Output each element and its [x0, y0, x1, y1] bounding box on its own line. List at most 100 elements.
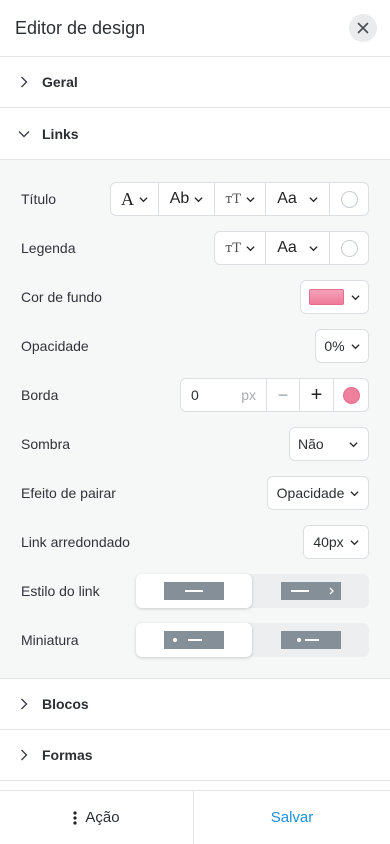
- hover-effect-value: Opacidade: [276, 485, 345, 501]
- section-blocos[interactable]: Blocos: [0, 679, 390, 730]
- row-opacidade: Opacidade 0%: [0, 329, 390, 363]
- thumbnail-toggle: [136, 623, 369, 657]
- arredondado-label: Link arredondado: [21, 534, 130, 550]
- font-glyph: A: [121, 188, 134, 209]
- footer-bar: Ação Salvar: [0, 790, 390, 844]
- text-size-icon: тT: [225, 191, 241, 207]
- row-cor-de-fundo: Cor de fundo: [0, 280, 390, 314]
- chevron-down-icon: [139, 196, 148, 202]
- row-link-arredondado: Link arredondado 40px: [0, 525, 390, 559]
- chevron-down-icon: [309, 245, 318, 251]
- border-color-button[interactable]: [334, 379, 368, 411]
- close-icon: [357, 22, 369, 34]
- plus-icon: +: [310, 383, 323, 406]
- border-controls: 0 px − +: [180, 378, 369, 412]
- border-width-value: 0: [191, 387, 199, 403]
- link-preview-arrow-icon: [281, 582, 341, 600]
- chevron-down-icon: [17, 127, 31, 141]
- action-label: Ação: [85, 809, 120, 826]
- titulo-size-select[interactable]: тT: [215, 183, 266, 215]
- titulo-style-select[interactable]: Ab: [159, 183, 215, 215]
- opacidade-label: Opacidade: [21, 338, 89, 354]
- legenda-case-select[interactable]: Aa: [266, 232, 330, 264]
- row-estilo-do-link: Estilo do link: [0, 574, 390, 608]
- opacity-select[interactable]: 0%: [315, 329, 369, 363]
- titulo-label: Título: [21, 191, 57, 207]
- sombra-label: Sombra: [21, 436, 71, 452]
- chevron-down-icon: [350, 490, 359, 496]
- hover-effect-select[interactable]: Opacidade: [267, 476, 369, 510]
- link-style-toggle: [136, 574, 369, 608]
- legenda-color-button[interactable]: [330, 232, 368, 264]
- chevron-down-icon: [351, 343, 360, 349]
- background-color-picker[interactable]: [300, 280, 369, 314]
- action-button[interactable]: Ação: [0, 791, 194, 844]
- section-formas-label: Formas: [42, 747, 93, 763]
- legenda-text-controls: тT Aa: [214, 231, 369, 265]
- radius-select[interactable]: 40px: [303, 525, 369, 559]
- color-circle-icon: [340, 239, 358, 257]
- chevron-right-icon: [17, 75, 31, 89]
- thumbnail-option-center[interactable]: [253, 623, 369, 657]
- titulo-font-select[interactable]: A: [111, 183, 159, 215]
- borda-label: Borda: [21, 387, 59, 403]
- color-swatch: [309, 289, 344, 305]
- thumbnail-preview-center-icon: [281, 631, 341, 649]
- chevron-down-icon: [309, 196, 318, 202]
- chevron-down-icon: [194, 196, 203, 202]
- row-sombra: Sombra Não: [0, 427, 390, 461]
- efeito-label: Efeito de pairar: [21, 485, 116, 501]
- links-panel: Título A Ab тT Aa Legenda тT Aa Cor de f…: [0, 160, 390, 679]
- row-legenda: Legenda тT Aa: [0, 231, 390, 265]
- border-color-circle: [342, 386, 360, 404]
- section-formas[interactable]: Formas: [0, 730, 390, 781]
- thumbnail-option-left[interactable]: [136, 623, 252, 657]
- section-geral-label: Geral: [42, 74, 78, 90]
- style-glyph: Ab: [169, 190, 190, 207]
- link-style-option-arrow[interactable]: [253, 574, 369, 608]
- chevron-down-icon: [351, 294, 360, 300]
- estilo-label: Estilo do link: [21, 583, 100, 599]
- link-style-option-plain[interactable]: [136, 574, 252, 608]
- page-title: Editor de design: [15, 17, 146, 38]
- border-increase-button[interactable]: +: [300, 379, 334, 411]
- border-decrease-button[interactable]: −: [267, 379, 300, 411]
- section-geral[interactable]: Geral: [0, 57, 390, 108]
- chevron-down-icon: [350, 539, 359, 545]
- miniatura-label: Miniatura: [21, 632, 79, 648]
- editor-header: Editor de design: [0, 0, 390, 57]
- section-links-label: Links: [42, 125, 79, 142]
- text-size-icon: тT: [225, 240, 241, 256]
- radius-value: 40px: [313, 534, 344, 550]
- case-glyph: Aa: [277, 239, 297, 256]
- more-vertical-icon: [73, 810, 77, 825]
- opacity-value: 0%: [324, 338, 345, 354]
- row-efeito-de-pairar: Efeito de pairar Opacidade: [0, 476, 390, 510]
- chevron-down-icon: [349, 441, 358, 447]
- color-circle-icon: [340, 190, 358, 208]
- row-miniatura: Miniatura: [0, 623, 390, 657]
- cor-de-fundo-label: Cor de fundo: [21, 289, 102, 305]
- legenda-size-select[interactable]: тT: [215, 232, 266, 264]
- chevron-down-icon: [246, 245, 255, 251]
- thumbnail-preview-left-icon: [164, 631, 224, 649]
- border-unit: px: [241, 387, 256, 403]
- minus-icon: −: [277, 384, 289, 405]
- case-glyph: Aa: [277, 190, 297, 207]
- titulo-text-controls: A Ab тT Aa: [110, 182, 369, 216]
- titulo-color-button[interactable]: [330, 183, 368, 215]
- section-links[interactable]: Links: [0, 108, 390, 160]
- link-preview-plain-icon: [164, 582, 224, 600]
- chevron-right-icon: [17, 748, 31, 762]
- save-button[interactable]: Salvar: [194, 791, 390, 844]
- shadow-select[interactable]: Não: [289, 427, 369, 461]
- border-width-input[interactable]: 0 px: [181, 379, 267, 411]
- chevron-down-icon: [246, 196, 255, 202]
- row-titulo: Título A Ab тT Aa: [0, 182, 390, 216]
- save-label: Salvar: [270, 809, 314, 826]
- titulo-case-select[interactable]: Aa: [266, 183, 330, 215]
- row-borda: Borda 0 px − +: [0, 378, 390, 412]
- close-button[interactable]: [349, 14, 377, 42]
- section-blocos-label: Blocos: [42, 696, 89, 712]
- shadow-value: Não: [298, 436, 324, 452]
